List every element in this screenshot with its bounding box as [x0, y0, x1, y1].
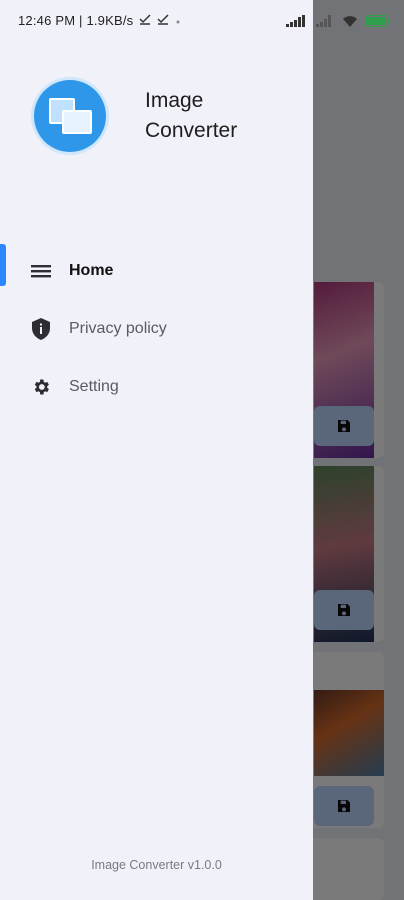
menu-icon — [30, 260, 52, 282]
download-check-icon — [157, 13, 169, 28]
menu-item-label: Privacy policy — [69, 320, 167, 337]
app-name: Image Converter — [145, 86, 237, 146]
status-right — [286, 12, 392, 31]
status-time-network: 12:46 PM | 1.9KB/s — [18, 12, 134, 28]
app-name-line2: Converter — [145, 119, 238, 142]
active-indicator — [0, 244, 6, 286]
wifi-icon — [342, 12, 358, 31]
drawer-menu: Home Privacy policy Setting — [0, 242, 313, 416]
app-logo — [34, 80, 106, 152]
menu-item-home[interactable]: Home — [0, 242, 313, 300]
gear-icon — [30, 376, 52, 398]
signal-icon — [286, 12, 308, 31]
status-left: 12:46 PM | 1.9KB/s — [18, 13, 181, 28]
download-check-icon — [139, 13, 151, 28]
shield-info-icon — [30, 318, 52, 340]
menu-item-label: Setting — [69, 378, 119, 395]
menu-item-setting[interactable]: Setting — [0, 358, 313, 416]
navigation-drawer: Image Converter Home Privacy policy Sett… — [0, 0, 313, 900]
battery-icon — [366, 12, 392, 31]
dot-icon — [175, 13, 181, 28]
status-bar: 12:46 PM | 1.9KB/s — [0, 0, 404, 40]
signal-icon — [316, 12, 334, 31]
menu-item-label: Home — [69, 262, 114, 279]
menu-item-privacy-policy[interactable]: Privacy policy — [0, 300, 313, 358]
app-version: Image Converter v1.0.0 — [91, 858, 222, 872]
app-name-line1: Image — [145, 89, 204, 112]
